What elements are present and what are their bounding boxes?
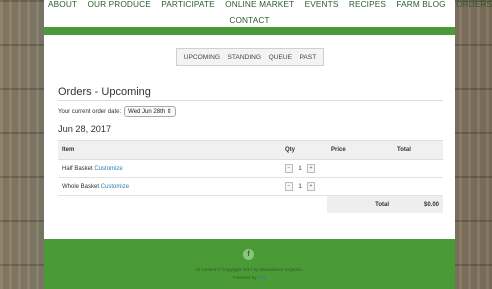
price-cell: [327, 159, 393, 178]
total-row-spacer: [58, 196, 281, 214]
page-title: Orders - Upcoming: [58, 86, 151, 98]
qty-cell: − 1 +: [281, 159, 327, 178]
nav-about[interactable]: ABOUT: [48, 0, 77, 9]
decrement-button[interactable]: −: [285, 182, 293, 191]
tab-standing[interactable]: STANDING: [227, 54, 261, 61]
increment-button[interactable]: +: [307, 164, 315, 173]
tab-upcoming[interactable]: UPCOMING: [184, 54, 220, 61]
order-date-row: Your current order date: Wed Jun 28th ⇕: [58, 106, 176, 117]
order-date-value: Wed Jun 28th: [128, 109, 166, 115]
top-navigation: ABOUT OUR PRODUCE PARTICIPATE ONLINE MAR…: [44, 0, 492, 27]
orders-table: Item Qty Price Total Half Basket Customi…: [58, 140, 443, 213]
nav-contact[interactable]: CONTACT: [229, 15, 269, 25]
nav-recipes[interactable]: RECIPES: [349, 0, 386, 9]
increment-button[interactable]: +: [307, 182, 315, 191]
total-row-spacer: [281, 196, 327, 214]
nav-events[interactable]: EVENTS: [305, 0, 339, 9]
date-heading: Jun 28, 2017: [58, 124, 112, 134]
nav-participate[interactable]: PARTICIPATE: [161, 0, 215, 9]
nav-our-produce[interactable]: OUR PRODUCE: [88, 0, 151, 9]
nav-orders[interactable]: ORDERS: [456, 0, 492, 9]
orders-subnav: UPCOMING STANDING QUEUE PAST: [176, 48, 324, 66]
total-label: Total: [327, 195, 393, 213]
header-item: Item: [58, 140, 281, 160]
item-name: Whole Basket: [62, 183, 100, 190]
header-price: Price: [327, 140, 393, 160]
powered-by: Powered by Yola: [44, 275, 455, 280]
select-arrows-icon: ⇕: [166, 109, 172, 115]
copyright-text: All content © Copyright 2017 by Moondanc…: [195, 267, 304, 272]
yola-link[interactable]: Yola: [258, 275, 267, 280]
total-value: $0.00: [393, 195, 443, 213]
tab-past[interactable]: PAST: [300, 54, 317, 61]
item-cell: Whole Basket Customize: [58, 177, 281, 196]
item-name: Half Basket: [62, 165, 93, 172]
total-row: Total $0.00: [58, 195, 443, 214]
nav-farm-blog[interactable]: FARM BLOG: [396, 0, 445, 9]
customize-link[interactable]: Customize: [101, 184, 129, 190]
tab-queue[interactable]: QUEUE: [269, 54, 292, 61]
table-row: Whole Basket Customize − 1 +: [58, 177, 443, 196]
footer: [44, 239, 455, 289]
order-date-label: Your current order date:: [58, 108, 122, 115]
order-date-select[interactable]: Wed Jun 28th ⇕: [124, 106, 176, 117]
quantity-stepper: − 1 +: [285, 182, 315, 191]
header-green-bar: [44, 27, 455, 35]
quantity-value[interactable]: 1: [295, 184, 305, 190]
powered-by-label: Powered by: [232, 275, 257, 280]
page-container: ABOUT OUR PRODUCE PARTICIPATE ONLINE MAR…: [44, 0, 492, 289]
item-cell: Half Basket Customize: [58, 159, 281, 178]
quantity-value[interactable]: 1: [295, 166, 305, 172]
table-header-row: Item Qty Price Total: [58, 140, 443, 160]
decrement-button[interactable]: −: [285, 164, 293, 173]
price-cell: [327, 177, 393, 196]
customize-link[interactable]: Customize: [94, 166, 122, 172]
header-total: Total: [393, 140, 443, 160]
header-qty: Qty: [281, 140, 327, 160]
table-row: Half Basket Customize − 1 +: [58, 159, 443, 178]
total-cell: [393, 177, 443, 196]
qty-cell: − 1 +: [281, 177, 327, 196]
facebook-icon[interactable]: f: [243, 249, 254, 260]
quantity-stepper: − 1 +: [285, 164, 315, 173]
total-cell: [393, 159, 443, 178]
title-divider: [58, 100, 443, 101]
nav-online-market[interactable]: ONLINE MARKET: [225, 0, 294, 9]
